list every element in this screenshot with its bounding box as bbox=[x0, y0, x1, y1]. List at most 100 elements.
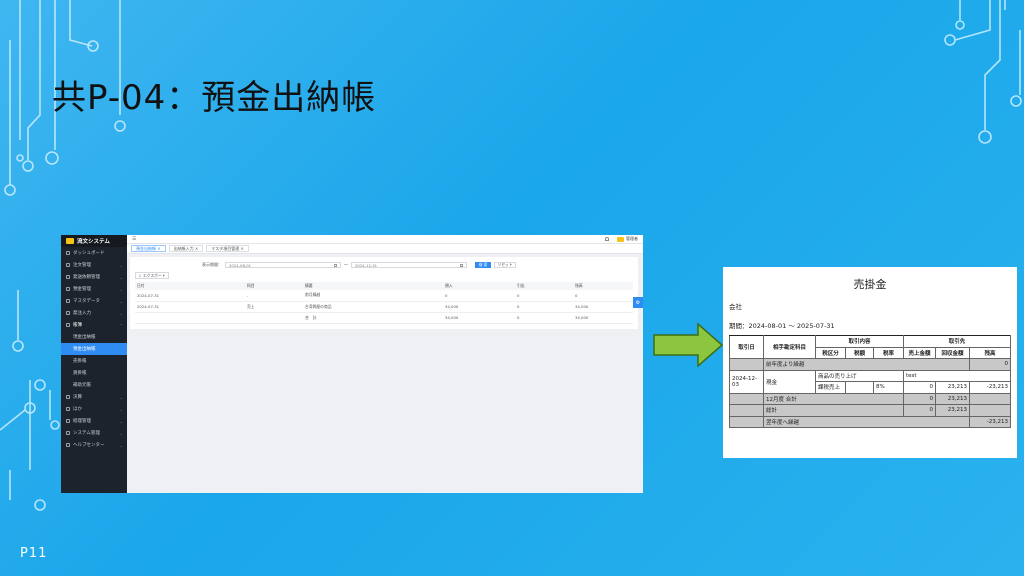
report-title: 売掛金 bbox=[853, 278, 887, 291]
sidebar-item-receivable-book[interactable]: 売掛帳 bbox=[61, 355, 127, 367]
closing-icon bbox=[66, 395, 70, 399]
receivables-report: 売掛金 会社 期間：2024-08-01 ～ 2025-07-31 取引日 相手… bbox=[723, 267, 1017, 458]
hdr-account: 相手勘定科目 bbox=[763, 335, 816, 359]
hdr-tax-rate: 税率 bbox=[873, 346, 904, 359]
col-summary: 摘要 bbox=[303, 282, 443, 290]
settings-float-button[interactable]: ⚙ bbox=[633, 297, 643, 308]
row-carry-in: 前年度より繰越 0 bbox=[729, 358, 1011, 371]
shipping-icon bbox=[66, 275, 70, 279]
col-balance: 残高 bbox=[573, 282, 633, 290]
sidebar: 流文システム ダッシュボード 注文管理 ⌄ 発送依頼管理 ⌄ 預金管理 ⌄ マスタデー… bbox=[61, 235, 127, 493]
app-screenshot: 流文システム ダッシュボード 注文管理 ⌄ 発送依頼管理 ⌄ 預金管理 ⌄ マスタデー… bbox=[61, 235, 643, 493]
report-company: 会社 bbox=[729, 303, 742, 311]
sidebar-item-other[interactable]: ほか ⌄ bbox=[61, 403, 127, 415]
sidebar-item-shipping[interactable]: 発送依頼管理 ⌄ bbox=[61, 271, 127, 283]
chevron-down-icon: ⌄ bbox=[119, 286, 123, 292]
reset-button[interactable]: リセット bbox=[494, 262, 516, 268]
slide-title: 共P-04：預金出納帳 bbox=[52, 78, 377, 118]
sidebar-item-system[interactable]: システム管理 ⌄ bbox=[61, 427, 127, 439]
sidebar-item-orders[interactable]: 注文管理 ⌄ bbox=[61, 259, 127, 271]
sidebar-item-subledger[interactable]: 補助元帳 bbox=[61, 379, 127, 391]
topbar-right: 管理者 bbox=[605, 236, 638, 242]
right-arrow-icon bbox=[653, 322, 724, 368]
chevron-down-icon: ⌄ bbox=[119, 394, 123, 400]
calendar-icon bbox=[460, 264, 463, 267]
sidebar-item-closing[interactable]: 決算 ⌄ bbox=[61, 391, 127, 403]
calendar-icon bbox=[334, 264, 337, 267]
sidebar-item-dashboard[interactable]: ダッシュボード bbox=[61, 247, 127, 259]
row-month-total: 12月度 合計 0 23,213 bbox=[729, 392, 1011, 405]
date-to-field[interactable]: 2024-12-31 bbox=[351, 262, 467, 268]
system-icon bbox=[66, 431, 70, 435]
chevron-down-icon: ⌄ bbox=[119, 298, 123, 304]
report-period: 期間：2024-08-01 ～ 2025-07-31 bbox=[729, 322, 835, 330]
table-row[interactable]: 2024-07-31 - 前月繰越 0 0 0 bbox=[135, 290, 633, 302]
period-label: 表示期間： bbox=[202, 262, 222, 267]
chevron-down-icon: ⌄ bbox=[119, 262, 123, 268]
col-account: 科目 bbox=[245, 282, 303, 290]
row-transaction: 2024-12-03 現金 商品の売り上げ test bbox=[729, 369, 1011, 394]
table-header-row: 日付 科目 摘要 預入 引出 残高 bbox=[135, 282, 633, 290]
sidebar-item-deposit-book[interactable]: 預金出納帳 bbox=[61, 343, 127, 355]
chevron-down-icon: ⌄ bbox=[119, 406, 123, 412]
tab-deposit-book[interactable]: 預金出納帳 × bbox=[131, 245, 166, 252]
brand: 流文システム bbox=[61, 235, 127, 247]
hdr-tax-amount: 税額 bbox=[845, 346, 874, 359]
main-area: ☰ 管理者 預金出納帳 × 出納帳入力 × マスタ項目管理 × 表示期間： 20… bbox=[127, 235, 643, 493]
hdr-partner: 取引先 bbox=[903, 335, 1011, 348]
topbar: ☰ 管理者 bbox=[127, 235, 643, 244]
sidebar-item-purchase[interactable]: 発注入力 ⌄ bbox=[61, 307, 127, 319]
chevron-up-icon: ⌃ bbox=[119, 322, 123, 328]
export-button[interactable]: ⇩ エクスポート bbox=[135, 272, 169, 279]
chevron-down-icon: ⌄ bbox=[119, 418, 123, 424]
deposit-table: 日付 科目 摘要 預入 引出 残高 2024-07-31 - 前月繰越 0 0 bbox=[135, 282, 633, 324]
hdr-content: 取引内容 bbox=[815, 335, 904, 348]
hdr-date: 取引日 bbox=[729, 335, 764, 359]
sidebar-item-payable-book[interactable]: 買掛帳 bbox=[61, 367, 127, 379]
sidebar-item-cash-book[interactable]: 現金出納帳 bbox=[61, 331, 127, 343]
hdr-sales: 売上金額 bbox=[903, 346, 936, 359]
purchase-icon bbox=[66, 311, 70, 315]
chevron-down-icon: ⌄ bbox=[119, 430, 123, 436]
dashboard-icon bbox=[66, 251, 70, 255]
tab-bar: 預金出納帳 × 出納帳入力 × マスタ項目管理 × bbox=[127, 244, 643, 254]
ledger-icon bbox=[66, 323, 70, 327]
avatar bbox=[617, 236, 624, 242]
tab-book-entry[interactable]: 出納帳入力 × bbox=[168, 245, 204, 252]
gear-icon: ⚙ bbox=[635, 299, 641, 306]
filter-row: 表示期間： 2024-08-01 ～ 2024-12-31 検 索 リセット bbox=[135, 260, 633, 270]
chevron-down-icon: ⌄ bbox=[119, 310, 123, 316]
col-deposit: 預入 bbox=[443, 282, 515, 290]
sidebar-item-accounting[interactable]: 経理管理 ⌄ bbox=[61, 415, 127, 427]
page-number: P11 bbox=[20, 546, 48, 561]
search-button[interactable]: 検 索 bbox=[475, 262, 491, 268]
report-header-row: 取引日 相手勘定科目 取引内容 取引先 bbox=[729, 335, 1011, 359]
sidebar-item-help[interactable]: ヘルプセンター ⌄ bbox=[61, 439, 127, 451]
help-icon bbox=[66, 443, 70, 447]
tab-master-items[interactable]: マスタ項目管理 × bbox=[206, 245, 249, 252]
orders-icon bbox=[66, 263, 70, 267]
report-table: 取引日 相手勘定科目 取引内容 取引先 税区分 税額 税率 売上金額 回収金額 … bbox=[729, 335, 1011, 428]
other-icon bbox=[66, 407, 70, 411]
date-separator: ～ bbox=[344, 262, 348, 267]
sidebar-item-ledger[interactable]: 帳簿 ⌃ bbox=[61, 319, 127, 331]
accounting-icon bbox=[66, 419, 70, 423]
menu-toggle-icon[interactable]: ☰ bbox=[132, 236, 136, 242]
sidebar-item-master[interactable]: マスタデータ ⌄ bbox=[61, 295, 127, 307]
master-icon bbox=[66, 299, 70, 303]
table-total-row: 合 計 34,000 0 34,000 bbox=[135, 312, 633, 324]
row-grand-total: 総計 0 23,213 bbox=[729, 404, 1011, 417]
user-menu[interactable]: 管理者 bbox=[617, 236, 638, 242]
brand-logo-icon bbox=[66, 238, 74, 244]
table-row[interactable]: 2024-07-31 売上 台湾問屋の商品 34,000 0 34,000 bbox=[135, 301, 633, 313]
deposit-icon bbox=[66, 287, 70, 291]
username: 管理者 bbox=[626, 236, 638, 241]
brand-name: 流文システム bbox=[77, 239, 110, 245]
bell-icon[interactable] bbox=[605, 237, 609, 241]
col-date: 日付 bbox=[135, 282, 245, 290]
chevron-down-icon: ⌄ bbox=[119, 274, 123, 280]
hdr-collected: 回収金額 bbox=[935, 346, 970, 359]
chevron-down-icon: ⌄ bbox=[119, 442, 123, 448]
date-from-field[interactable]: 2024-08-01 bbox=[225, 262, 341, 268]
sidebar-item-deposit[interactable]: 預金管理 ⌄ bbox=[61, 283, 127, 295]
